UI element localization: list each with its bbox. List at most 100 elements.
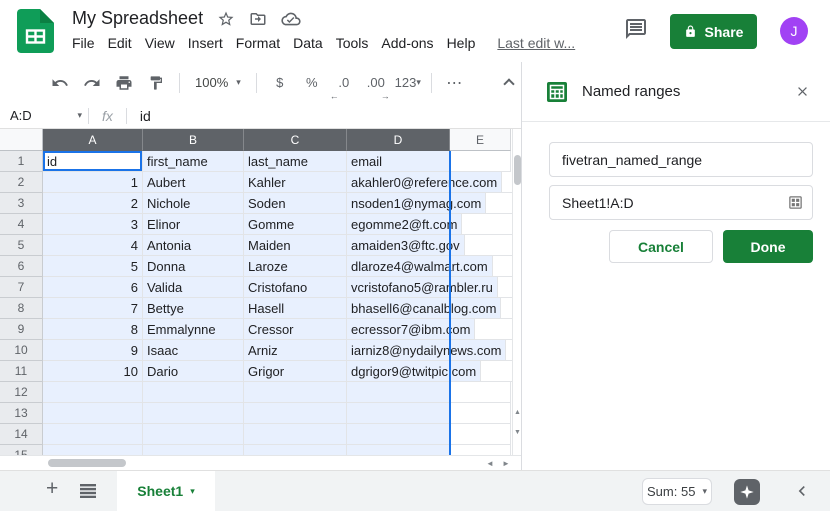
cell-E3[interactable] xyxy=(486,193,512,214)
horizontal-scrollbar[interactable]: ◄ ► xyxy=(0,455,521,470)
cell-B4[interactable]: Elinor xyxy=(143,214,244,235)
row-header-10[interactable]: 10 xyxy=(0,340,43,361)
cell-A4[interactable]: 3 xyxy=(43,214,143,235)
row-header-12[interactable]: 12 xyxy=(0,382,43,403)
menu-format[interactable]: Format xyxy=(236,35,280,51)
sheet-tab[interactable]: Sheet1 ▾ xyxy=(117,471,215,511)
cell-D13[interactable] xyxy=(347,403,450,424)
cell-B9[interactable]: Emmalynne xyxy=(143,319,244,340)
scroll-left-icon[interactable]: ◄ xyxy=(486,459,494,468)
range-name-input[interactable] xyxy=(549,142,813,177)
cell-A9[interactable]: 8 xyxy=(43,319,143,340)
select-all-corner[interactable] xyxy=(0,129,43,151)
menu-data[interactable]: Data xyxy=(293,35,323,51)
cell-C12[interactable] xyxy=(244,382,347,403)
vertical-scrollbar[interactable]: ▲ ▼ xyxy=(512,129,521,455)
row-header-13[interactable]: 13 xyxy=(0,403,43,424)
vertical-scrollbar-thumb[interactable] xyxy=(514,155,521,185)
cloud-saved-icon[interactable] xyxy=(281,11,301,27)
undo-icon[interactable] xyxy=(44,69,76,97)
all-sheets-icon[interactable] xyxy=(80,484,96,503)
row-header-14[interactable]: 14 xyxy=(0,424,43,445)
cell-D6[interactable]: dlaroze4@walmart.com xyxy=(347,256,493,277)
horizontal-scrollbar-thumb[interactable] xyxy=(48,459,126,467)
comment-history-icon[interactable] xyxy=(624,17,648,46)
avatar[interactable]: J xyxy=(780,17,808,45)
cell-C14[interactable] xyxy=(244,424,347,445)
cell-E1[interactable] xyxy=(450,151,511,172)
cell-D10[interactable]: iarniz8@nydailynews.com xyxy=(347,340,506,361)
cell-D1[interactable]: email xyxy=(347,151,450,172)
menu-help[interactable]: Help xyxy=(447,35,476,51)
cell-B11[interactable]: Dario xyxy=(143,361,244,382)
cell-B12[interactable] xyxy=(143,382,244,403)
cell-B6[interactable]: Donna xyxy=(143,256,244,277)
cell-A3[interactable]: 2 xyxy=(43,193,143,214)
document-title[interactable]: My Spreadsheet xyxy=(72,8,203,29)
row-header-2[interactable]: 2 xyxy=(0,172,43,193)
cell-E12[interactable] xyxy=(450,382,511,403)
explore-icon[interactable] xyxy=(734,479,760,505)
menu-file[interactable]: File xyxy=(72,35,95,51)
cell-B3[interactable]: Nichole xyxy=(143,193,244,214)
column-header-C[interactable]: C xyxy=(244,129,347,151)
cell-E6[interactable] xyxy=(493,256,512,277)
cell-C8[interactable]: Hasell xyxy=(244,298,347,319)
row-header-8[interactable]: 8 xyxy=(0,298,43,319)
cell-A8[interactable]: 7 xyxy=(43,298,143,319)
menu-insert[interactable]: Insert xyxy=(188,35,223,51)
print-icon[interactable] xyxy=(108,69,140,97)
cell-B10[interactable]: Isaac xyxy=(143,340,244,361)
cell-A14[interactable] xyxy=(43,424,143,445)
cell-C13[interactable] xyxy=(244,403,347,424)
move-to-folder-icon[interactable] xyxy=(249,10,267,28)
column-header-A[interactable]: A xyxy=(43,129,143,151)
scroll-right-icon[interactable]: ► xyxy=(502,459,510,468)
cell-E11[interactable] xyxy=(481,361,512,382)
cell-C4[interactable]: Gomme xyxy=(244,214,347,235)
row-header-7[interactable]: 7 xyxy=(0,277,43,298)
cell-D12[interactable] xyxy=(347,382,450,403)
formula-input[interactable]: id xyxy=(140,108,521,124)
name-box[interactable]: A:D ▾ xyxy=(0,108,88,123)
cell-E5[interactable] xyxy=(465,235,512,256)
row-header-15[interactable]: 15 xyxy=(0,445,43,455)
decrease-decimal-button[interactable]: .0← xyxy=(328,69,360,97)
cell-D7[interactable]: vcristofano5@rambler.ru xyxy=(347,277,498,298)
zoom-dropdown[interactable]: 100% ▾ xyxy=(187,75,249,90)
row-header-9[interactable]: 9 xyxy=(0,319,43,340)
cell-D11[interactable]: dgrigor9@twitpic.com xyxy=(347,361,481,382)
cell-C7[interactable]: Cristofano xyxy=(244,277,347,298)
star-icon[interactable] xyxy=(217,10,235,28)
cell-C11[interactable]: Grigor xyxy=(244,361,347,382)
select-data-range-icon[interactable] xyxy=(788,195,803,210)
menu-view[interactable]: View xyxy=(145,35,175,51)
done-button[interactable]: Done xyxy=(723,230,813,263)
cell-C1[interactable]: last_name xyxy=(244,151,347,172)
cell-C3[interactable]: Soden xyxy=(244,193,347,214)
redo-icon[interactable] xyxy=(76,69,108,97)
format-currency-button[interactable]: $ xyxy=(264,69,296,97)
cell-A11[interactable]: 10 xyxy=(43,361,143,382)
menu-edit[interactable]: Edit xyxy=(108,35,132,51)
paint-format-icon[interactable] xyxy=(140,69,172,97)
cancel-button[interactable]: Cancel xyxy=(609,230,713,263)
cell-C6[interactable]: Laroze xyxy=(244,256,347,277)
more-toolbar-options[interactable]: ⋯ xyxy=(439,69,471,97)
cell-C5[interactable]: Maiden xyxy=(244,235,347,256)
share-button[interactable]: Share xyxy=(670,14,757,49)
cell-B7[interactable]: Valida xyxy=(143,277,244,298)
cell-B5[interactable]: Antonia xyxy=(143,235,244,256)
row-header-11[interactable]: 11 xyxy=(0,361,43,382)
sheets-logo-icon[interactable] xyxy=(17,9,54,53)
cell-B14[interactable] xyxy=(143,424,244,445)
cell-E2[interactable] xyxy=(502,172,512,193)
cell-D15[interactable] xyxy=(347,445,450,455)
cell-D14[interactable] xyxy=(347,424,450,445)
cell-A7[interactable]: 6 xyxy=(43,277,143,298)
cell-E8[interactable] xyxy=(501,298,512,319)
cell-C9[interactable]: Cressor xyxy=(244,319,347,340)
last-edit-link[interactable]: Last edit w... xyxy=(497,35,575,51)
column-header-B[interactable]: B xyxy=(143,129,244,151)
cell-D3[interactable]: nsoden1@nymag.com xyxy=(347,193,486,214)
